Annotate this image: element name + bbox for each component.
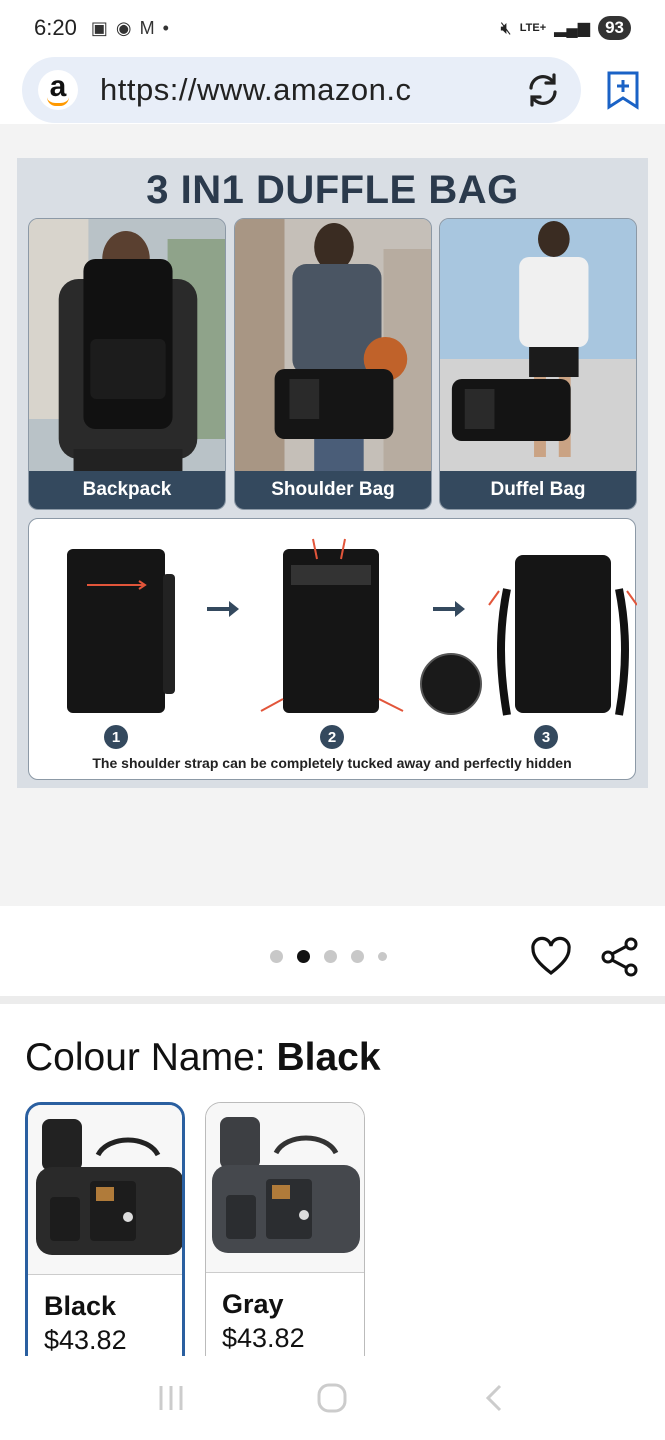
gray-bag-thumbnail-image <box>212 1117 360 1253</box>
carousel-dot-active[interactable] <box>297 950 310 963</box>
status-bar: 6:20 ▣ ◉ M • 🔇︎ LTE+ ▂▄▆ 93 <box>0 0 665 56</box>
colour-selected-value: Black <box>276 1036 381 1079</box>
step-number: 1 <box>104 725 128 749</box>
heart-icon <box>531 936 571 976</box>
colour-option-gray[interactable]: Gray $43.82 <box>205 1102 365 1362</box>
bookmark-add-icon <box>607 71 639 110</box>
reload-button[interactable] <box>521 68 565 112</box>
carousel-dots <box>270 950 387 963</box>
home-icon <box>317 1383 347 1413</box>
messenger-icon: ◉ <box>115 17 132 38</box>
panel-shoulder-bag: Shoulder Bag <box>234 218 432 510</box>
image-title: 3 IN1 DUFFLE BAG <box>146 168 519 212</box>
steps-caption: The shoulder strap can be completely tuc… <box>92 755 572 771</box>
swatch-price: $43.82 <box>44 1325 127 1355</box>
home-button[interactable] <box>312 1378 352 1418</box>
status-time: 6:20 <box>34 15 77 40</box>
product-image[interactable]: 3 IN1 DUFFLE BAG Backpack Shoulder Bag D… <box>17 158 648 788</box>
swatch-price: $43.82 <box>222 1323 305 1353</box>
steps-diagram: 1 2 3 The shoulder strap can be complete… <box>28 518 637 780</box>
logo-letter: a <box>49 70 67 103</box>
notification-icons: ▣ ◉ M • <box>91 18 169 39</box>
back-icon <box>486 1384 502 1412</box>
product-image-carousel[interactable]: 3 IN1 DUFFLE BAG Backpack Shoulder Bag D… <box>0 124 665 906</box>
system-nav-bar <box>0 1356 665 1440</box>
panel-label: Duffel Bag <box>440 471 636 509</box>
carousel-controls <box>0 906 665 998</box>
share-button[interactable] <box>600 936 640 978</box>
step-number: 3 <box>534 725 558 749</box>
swatch-thumbnail <box>28 1105 182 1275</box>
carousel-dot[interactable] <box>270 950 283 963</box>
carousel-dot[interactable] <box>378 952 387 961</box>
duffel-bag-scene-image <box>440 219 636 473</box>
back-button[interactable] <box>474 1378 514 1418</box>
panel-backpack: Backpack <box>28 218 226 510</box>
colour-name-label: Colour Name: Black <box>25 1036 381 1080</box>
gmail-icon: M <box>139 17 155 38</box>
colour-label-prefix: Colour Name: <box>25 1036 277 1079</box>
swatch-thumbnail <box>206 1103 364 1273</box>
share-icon <box>601 937 638 977</box>
carousel-dot[interactable] <box>324 950 337 963</box>
section-divider <box>0 996 665 1004</box>
panel-label: Backpack <box>29 471 225 509</box>
step-number: 2 <box>320 725 344 749</box>
swatch-name: Black <box>44 1291 117 1321</box>
url-text[interactable]: https://www.amazon.c <box>100 72 480 108</box>
shoulder-bag-scene-image <box>235 219 431 473</box>
wishlist-button[interactable] <box>530 936 572 978</box>
more-dot-icon: • <box>162 17 169 38</box>
black-bag-thumbnail-image <box>36 1119 182 1255</box>
recents-button[interactable] <box>151 1378 191 1418</box>
panel-duffel-bag: Duffel Bag <box>439 218 637 510</box>
signal-icon: ▂▄▆ <box>554 20 591 37</box>
recents-icon <box>159 1386 183 1410</box>
panel-label: Shoulder Bag <box>235 471 431 509</box>
bookmark-add-button[interactable] <box>603 70 643 110</box>
carousel-dot[interactable] <box>351 950 364 963</box>
mute-icon: 🔇︎ <box>500 17 512 38</box>
browser-toolbar: a https://www.amazon.c <box>0 56 665 124</box>
status-right: 🔇︎ LTE+ ▂▄▆ 93 <box>500 16 631 40</box>
network-type: LTE+ <box>519 22 547 34</box>
reload-icon <box>529 73 557 107</box>
backpack-scene-image <box>29 219 225 473</box>
battery-level: 93 <box>598 16 631 40</box>
colour-option-black[interactable]: Black $43.82 <box>25 1102 185 1362</box>
amazon-logo-icon: a <box>38 70 78 110</box>
address-bar[interactable]: a https://www.amazon.c <box>22 57 582 123</box>
swatch-name: Gray <box>222 1289 284 1319</box>
screenshot-icon: ▣ <box>90 17 108 38</box>
conversion-steps-illustration <box>67 538 637 716</box>
